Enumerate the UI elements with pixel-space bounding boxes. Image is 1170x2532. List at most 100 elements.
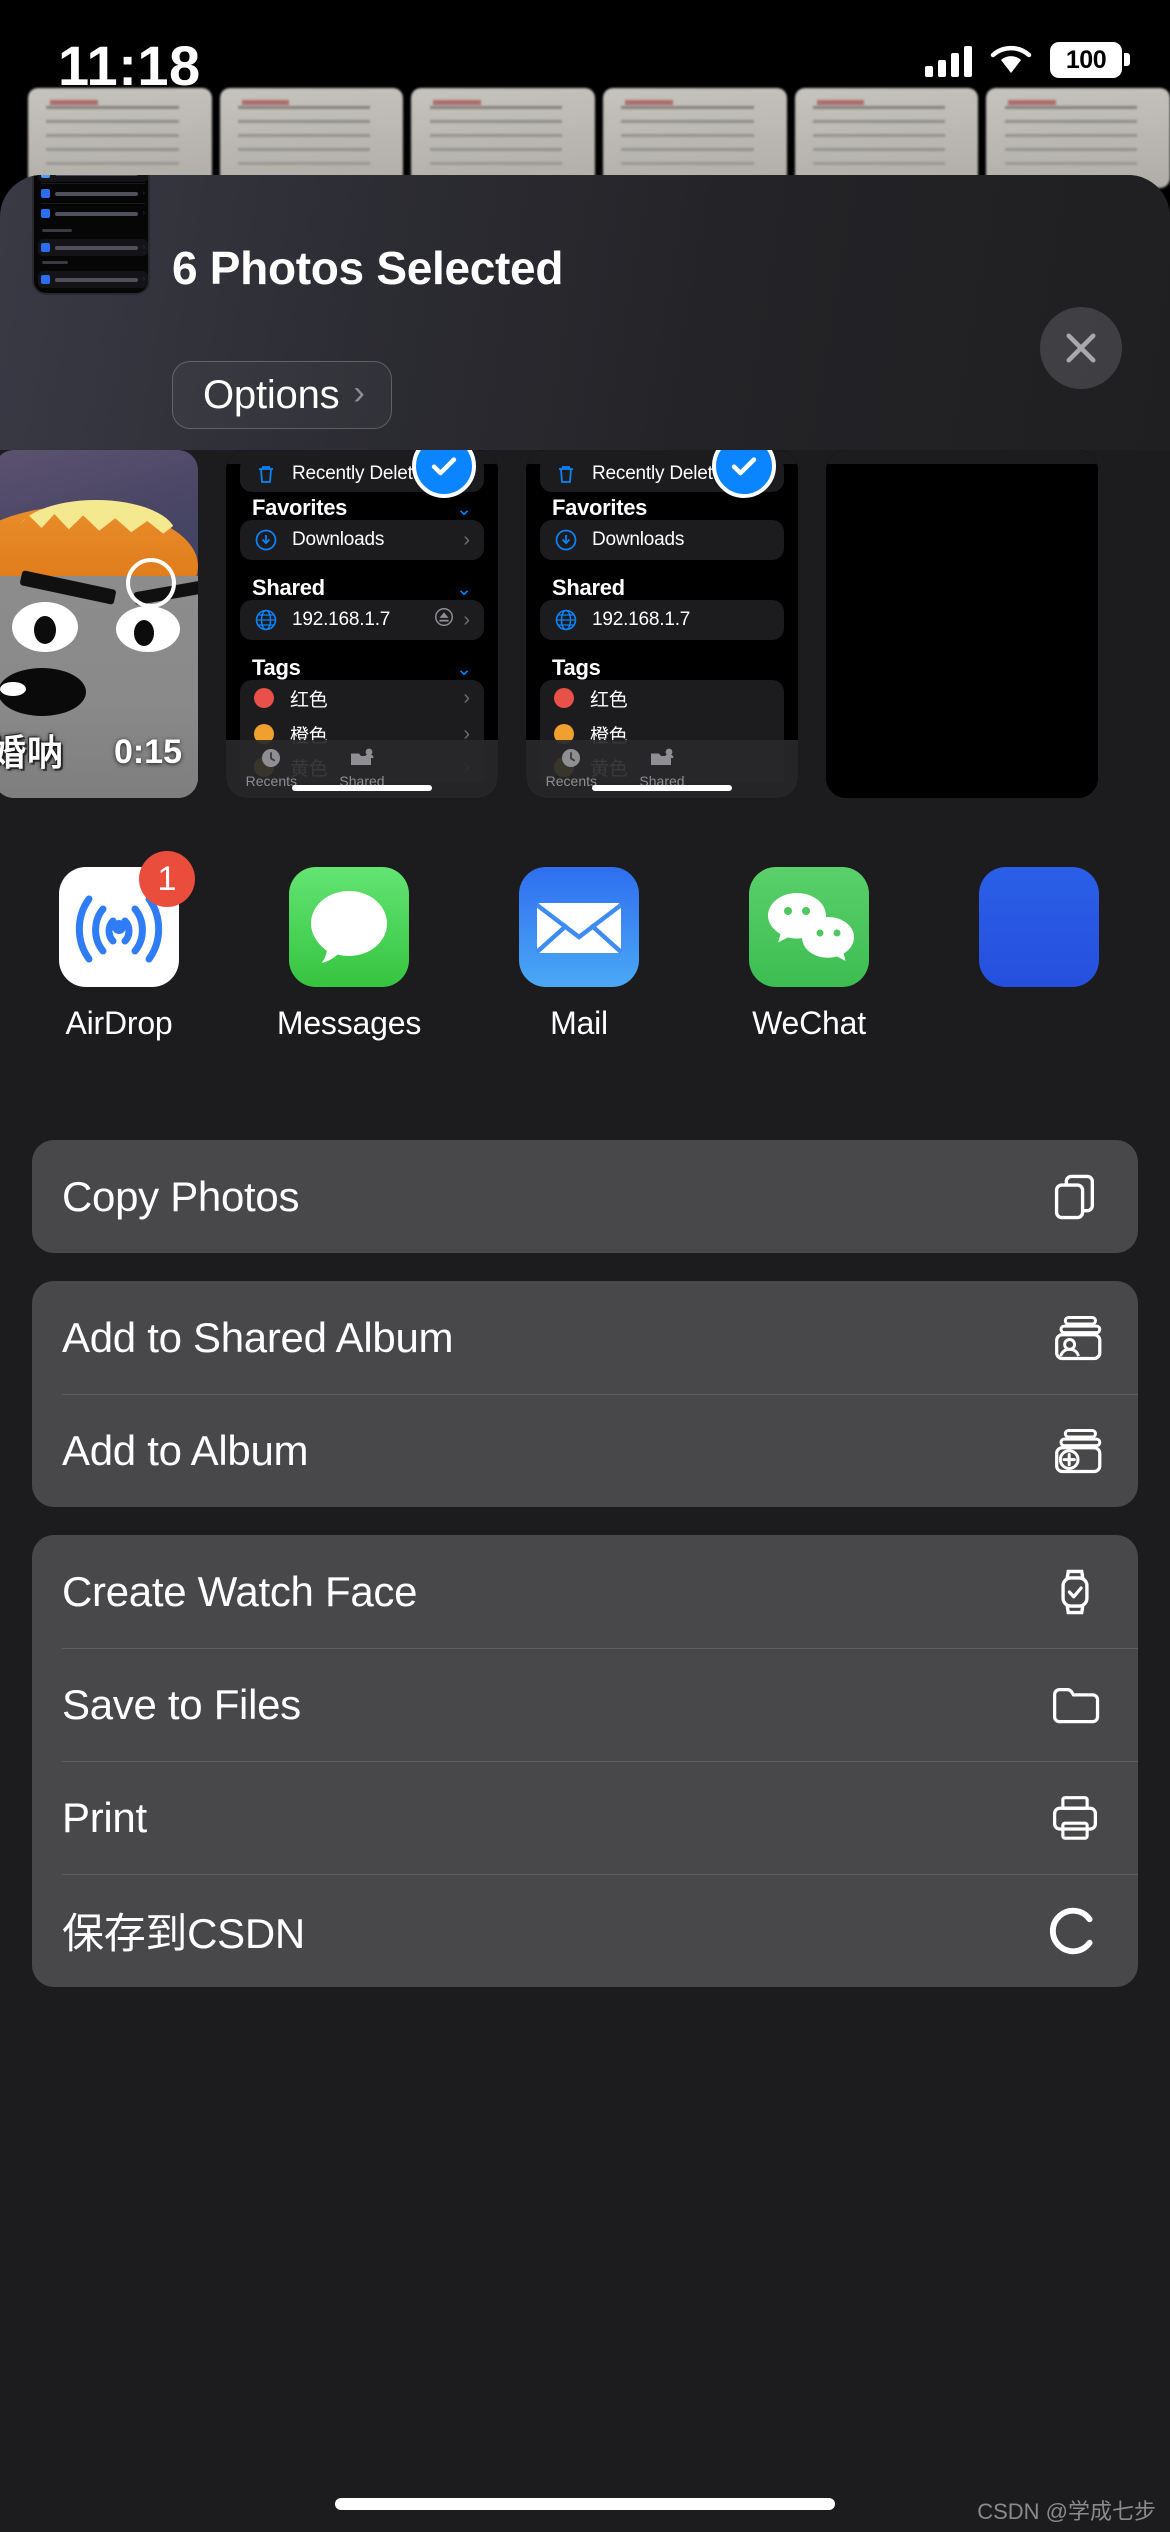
home-indicator [592, 785, 732, 791]
trash-icon [254, 462, 278, 486]
share-target-mail[interactable]: Mail [496, 867, 662, 1042]
files-row-label: 192.168.1.7 [292, 609, 391, 630]
files-section-favorites: Favorites [252, 495, 348, 520]
files-section-tags: Tags [552, 655, 601, 680]
action-copy-photos[interactable]: Copy Photos [32, 1140, 1138, 1253]
files-tab-shared[interactable]: Shared [317, 746, 408, 789]
tag-color-dot [254, 688, 274, 708]
action-label: 保存到CSDN [62, 1910, 305, 1957]
files-tab-recents[interactable]: Recents [226, 746, 317, 789]
selection-circle-icon[interactable] [126, 558, 176, 608]
cellular-signal-icon [925, 43, 972, 77]
printer-icon [1044, 1787, 1106, 1849]
trash-icon [554, 462, 578, 486]
share-sheet-title: 6 Photos Selected [172, 242, 564, 294]
files-section-shared: Shared [552, 575, 625, 600]
download-circle-icon [554, 528, 578, 552]
status-bar-indicators: 100 [925, 42, 1130, 78]
battery-percent: 100 [1065, 45, 1107, 74]
files-section-favorites: Favorites [552, 495, 648, 520]
chevron-right-icon: › [463, 608, 470, 631]
home-indicator [335, 2498, 835, 2510]
chevron-right-icon: › [353, 374, 365, 412]
options-button-label: Options [203, 372, 340, 417]
chevron-down-icon[interactable]: ⌄ [456, 658, 472, 681]
selection-preview-row[interactable]: 婚呐 0:15 Recently Deleted › Favorites ⌄ [0, 450, 1170, 820]
preview-files-screenshot-3[interactable] [826, 450, 1098, 798]
files-tag-label: 红色 [290, 689, 328, 711]
action-print[interactable]: Print [32, 1761, 1138, 1874]
share-target-wechat[interactable]: WeChat [726, 867, 892, 1042]
share-target-label: WeChat [752, 1005, 866, 1041]
share-target-label: Mail [550, 1005, 608, 1041]
action-label: Copy Photos [62, 1172, 300, 1220]
mail-icon [519, 867, 639, 987]
action-group-1: Copy Photos [32, 1140, 1138, 1253]
action-label: Print [62, 1793, 147, 1841]
watermark: CSDN @学成七步 [977, 2499, 1156, 2524]
share-target-airdrop[interactable]: 1 AirDrop [36, 851, 202, 1042]
files-row-label: Downloads [592, 529, 685, 550]
preview-files-screenshot-2[interactable]: Recently Deleted › Favorites Downloads S… [526, 450, 798, 798]
options-button[interactable]: Options › [172, 361, 392, 429]
share-target-messages[interactable]: Messages [266, 867, 432, 1042]
action-save-to-files[interactable]: Save to Files [32, 1648, 1138, 1761]
files-tab-label: Recents [545, 773, 598, 789]
action-create-watch-face[interactable]: Create Watch Face [32, 1535, 1138, 1648]
download-circle-icon [254, 528, 278, 552]
files-row-label: 192.168.1.7 [592, 609, 691, 630]
watch-icon [1044, 1561, 1106, 1623]
preview-video-caption: 婚呐 [0, 732, 65, 773]
partial-blue-app-icon [979, 867, 1099, 987]
action-save-to-csdn[interactable]: 保存到CSDN [32, 1874, 1138, 1987]
share-target-label: Messages [276, 1005, 422, 1041]
airdrop-icon: 1 [59, 851, 195, 987]
globe-icon [254, 608, 278, 632]
csdn-icon [1044, 1900, 1106, 1962]
files-tab-recents[interactable]: Recents [526, 746, 617, 789]
share-sheet-header: › › › › › 6 Photos Selected Options › [0, 175, 1170, 450]
files-section-shared: Shared [252, 575, 325, 600]
close-icon [1066, 333, 1096, 363]
shared-folder-icon [651, 748, 674, 765]
action-group-3: Create Watch Face Save to Files Print 保存… [32, 1535, 1138, 1987]
tag-color-dot [554, 688, 574, 708]
files-tab-label: Recents [245, 773, 298, 789]
close-button[interactable] [1040, 307, 1122, 389]
shared-album-icon [1044, 1307, 1106, 1369]
action-list: Copy Photos Add to Shared Album Add to A… [32, 1140, 1138, 2015]
eject-icon[interactable] [433, 606, 455, 634]
home-indicator [292, 785, 432, 791]
share-target-label: AirDrop [65, 1005, 173, 1041]
chevron-down-icon[interactable]: ⌄ [456, 498, 472, 521]
folder-icon [1044, 1674, 1106, 1736]
wechat-icon [749, 867, 869, 987]
preview-video-thumbnail[interactable]: 婚呐 0:15 [0, 450, 198, 798]
action-add-to-shared-album[interactable]: Add to Shared Album [32, 1281, 1138, 1394]
airdrop-badge: 1 [139, 851, 195, 907]
share-target-partial[interactable] [956, 867, 1122, 1005]
chevron-down-icon[interactable]: ⌄ [456, 578, 472, 601]
files-row-label: Downloads [292, 529, 385, 550]
battery-icon: 100 [1050, 42, 1130, 78]
action-label: Save to Files [62, 1680, 301, 1728]
action-add-to-album[interactable]: Add to Album [32, 1394, 1138, 1507]
selection-thumbnail-stack[interactable]: › › › › › [32, 175, 150, 295]
messages-icon [289, 867, 409, 987]
action-label: Add to Album [62, 1426, 309, 1474]
chevron-right-icon: › [463, 686, 470, 709]
preview-files-screenshot-1[interactable]: Recently Deleted › Favorites ⌄ Downloads… [226, 450, 498, 798]
checkmark-icon [431, 457, 457, 476]
chevron-right-icon: › [463, 528, 470, 551]
action-group-2: Add to Shared Album Add to Album [32, 1281, 1138, 1507]
wifi-icon [990, 44, 1032, 76]
share-targets-row[interactable]: 1 AirDrop Messages Mail WeChat [0, 851, 1170, 1097]
share-sheet: › › › › › 6 Photos Selected Options › [0, 175, 1170, 2532]
files-tab-shared[interactable]: Shared [617, 746, 708, 789]
add-album-icon [1044, 1420, 1106, 1482]
preview-video-duration: 0:15 [113, 733, 182, 771]
clock-icon [562, 749, 581, 767]
files-tag-label: 红色 [590, 689, 628, 711]
action-label: Add to Shared Album [62, 1313, 454, 1361]
files-section-tags: Tags [252, 655, 301, 680]
